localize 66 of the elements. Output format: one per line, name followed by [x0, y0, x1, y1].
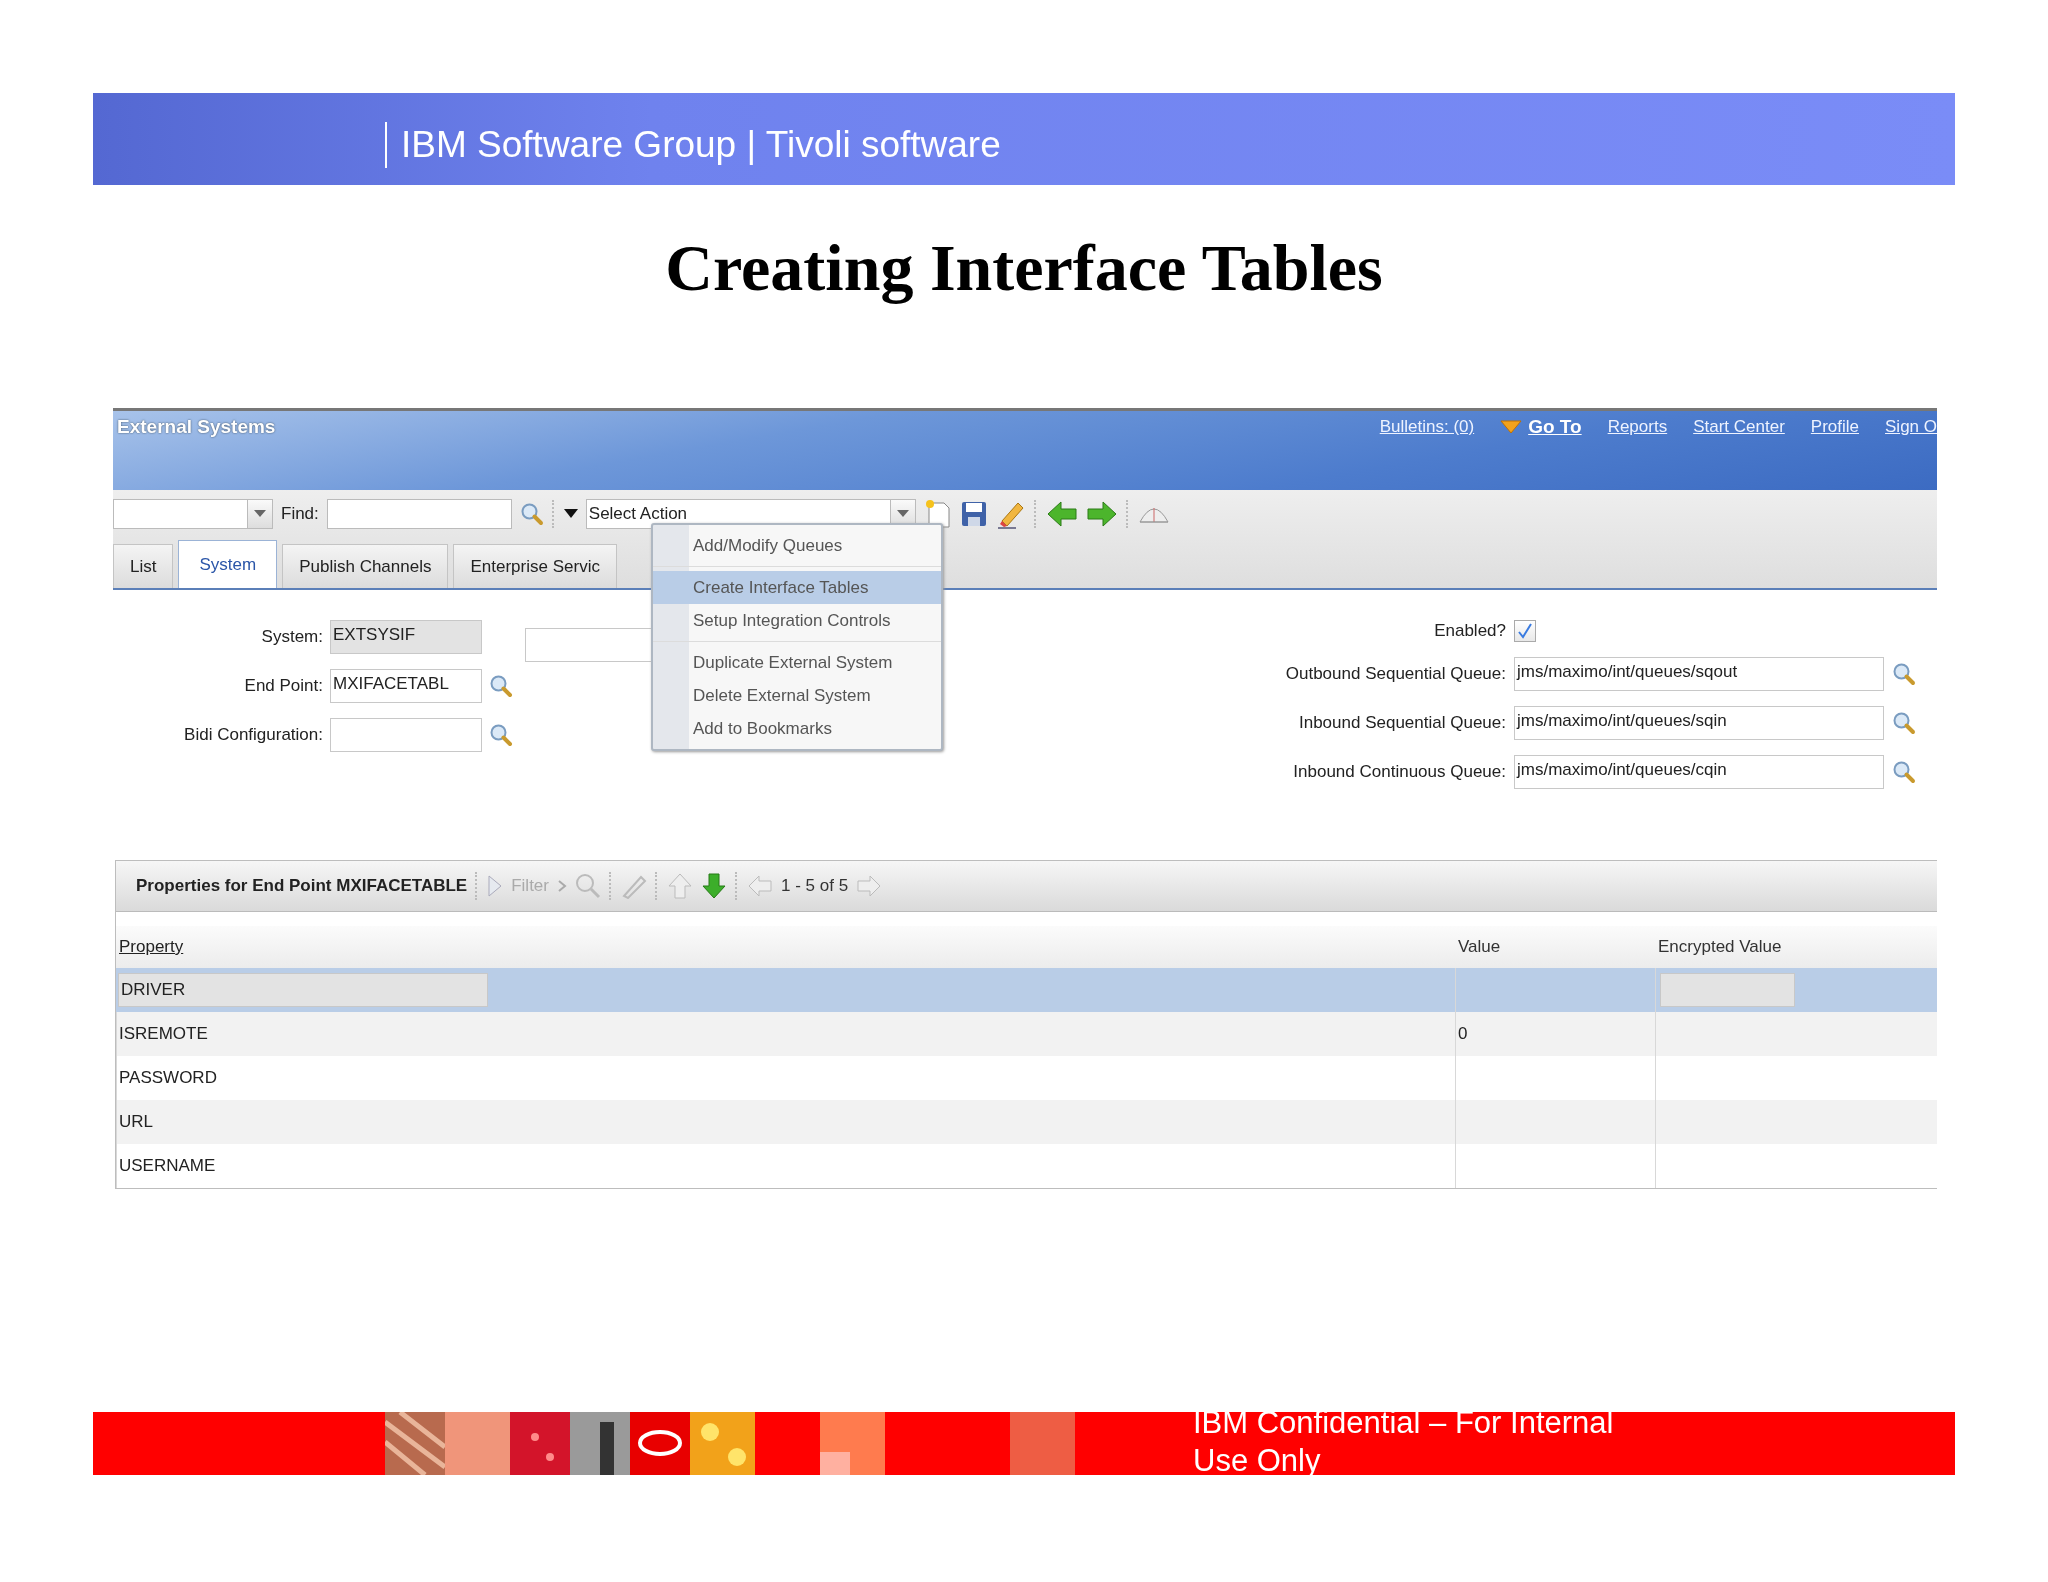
tab[interactable]: Enterprise Servic: [453, 544, 617, 588]
menu-item[interactable]: Add/Modify Queues: [653, 529, 941, 562]
field-label: Inbound Continuous Queue:: [1292, 762, 1506, 782]
next-page-icon[interactable]: [856, 873, 883, 899]
header-text: IBM Software Group | Tivoli software: [385, 122, 1001, 168]
slide-title: Creating Interface Tables: [664, 230, 1384, 306]
table-cell[interactable]: DRIVER: [116, 968, 1455, 1012]
column-header: Encrypted Value: [1655, 926, 1937, 968]
field-label: Enabled?: [1433, 621, 1506, 641]
field-label: End Point:: [243, 676, 323, 696]
menu-item[interactable]: Setup Integration Controls: [653, 604, 941, 637]
field-label: System:: [260, 627, 323, 647]
input-field[interactable]: DRIVER: [118, 973, 488, 1007]
search-icon[interactable]: [1892, 760, 1916, 784]
paging-text: 1 - 5 of 5: [781, 876, 849, 896]
up-arrow-icon[interactable]: [667, 872, 693, 900]
menu-item[interactable]: Duplicate External System: [653, 646, 941, 679]
tab[interactable]: List: [113, 544, 174, 588]
field-label: Outbound Sequential Queue:: [1285, 664, 1506, 684]
input-field[interactable]: MXIFACETABL: [330, 669, 482, 703]
down-arrow-icon[interactable]: [701, 872, 727, 900]
field-label: Inbound Sequential Queue:: [1298, 713, 1506, 733]
input-field[interactable]: [330, 718, 482, 752]
pencil-icon[interactable]: [621, 873, 647, 899]
input-field[interactable]: [1660, 973, 1795, 1007]
filter-icon[interactable]: [487, 874, 504, 898]
input-field[interactable]: jms/maximo/int/queues/sqin: [1514, 706, 1884, 740]
save-icon[interactable]: [959, 500, 988, 528]
app-title: External Systems: [117, 416, 276, 438]
table-cell: 0: [1455, 1012, 1655, 1056]
find-label: Find:: [281, 504, 319, 524]
nav-link[interactable]: Reports: [1607, 417, 1668, 437]
search-icon[interactable]: [519, 502, 544, 526]
column-header[interactable]: Property: [116, 926, 1455, 968]
menu-item[interactable]: Delete External System: [653, 679, 941, 712]
back-arrow-icon[interactable]: [1045, 499, 1078, 529]
table-cell[interactable]: URL: [116, 1100, 1455, 1144]
search-icon[interactable]: [1892, 662, 1916, 686]
previous-page-icon[interactable]: [747, 873, 773, 899]
goto-menu[interactable]: Go To: [1500, 416, 1582, 438]
input-field[interactable]: EXTSYSIF: [330, 620, 482, 654]
new-document-icon[interactable]: [923, 499, 952, 529]
nav-link[interactable]: Bulletins: (0): [1379, 417, 1475, 437]
caret-icon: [1500, 420, 1523, 434]
search-icon[interactable]: [489, 723, 513, 747]
field-label: Bidi Configuration:: [183, 725, 323, 745]
search-icon[interactable]: [1892, 711, 1916, 735]
search-icon[interactable]: [489, 674, 513, 698]
column-header: Value: [1455, 926, 1655, 968]
table-cell[interactable]: ISREMOTE: [116, 1012, 1455, 1056]
tab[interactable]: Publish Channels: [282, 544, 449, 588]
nav-link[interactable]: Sign O: [1885, 417, 1937, 437]
find-field[interactable]: [326, 499, 512, 529]
input-field[interactable]: jms/maximo/int/queues/sqout: [1514, 657, 1884, 691]
forward-arrow-icon[interactable]: [1085, 499, 1118, 529]
nav-link[interactable]: Start Center: [1693, 417, 1785, 437]
tab[interactable]: System: [178, 540, 278, 588]
input-field[interactable]: jms/maximo/int/queues/cqin: [1514, 755, 1884, 789]
menu-item[interactable]: Create Interface Tables: [653, 571, 941, 604]
menu-item[interactable]: Add to Bookmarks: [653, 712, 941, 745]
checkbox[interactable]: [1514, 620, 1536, 642]
caret-icon[interactable]: [563, 509, 578, 519]
chevron-icon: [557, 879, 567, 893]
nav-link[interactable]: Profile: [1810, 417, 1859, 437]
search-icon[interactable]: [575, 873, 601, 899]
section-title: Properties for End Point MXIFACETABLE: [136, 876, 468, 896]
